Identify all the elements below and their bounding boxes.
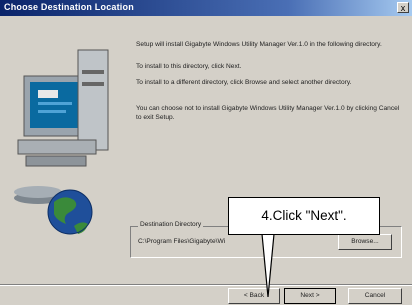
callout-text: 4.Click "Next". bbox=[261, 208, 347, 223]
setup-dialog: Choose Destination Location x Setup will… bbox=[0, 0, 412, 305]
callout-pointer bbox=[261, 233, 275, 298]
instruction-callout: 4.Click "Next". bbox=[228, 197, 380, 235]
